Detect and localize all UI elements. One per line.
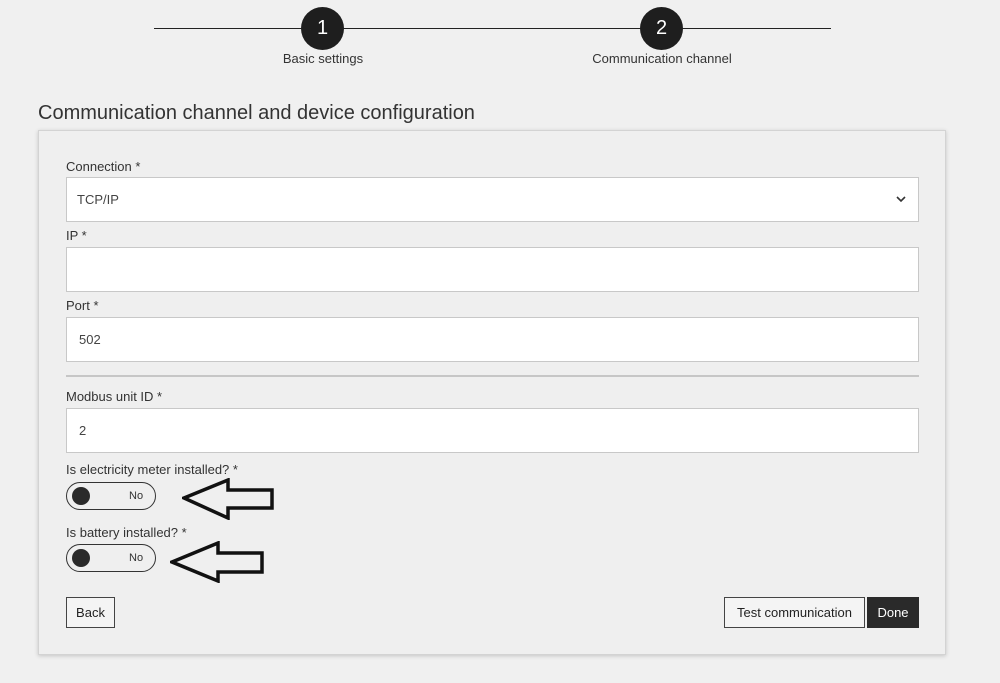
connection-label: Connection * — [66, 159, 141, 174]
step-2-label: Communication channel — [592, 51, 732, 66]
port-label: Port * — [66, 298, 99, 313]
ip-field-box — [66, 247, 919, 292]
stepper-line — [154, 28, 831, 29]
chevron-down-icon — [896, 196, 906, 203]
section-divider — [66, 375, 919, 377]
electricity-meter-toggle[interactable]: No — [66, 482, 156, 510]
left-arrow-icon — [170, 541, 264, 583]
port-field-box — [66, 317, 919, 362]
electricity-meter-toggle-state: No — [129, 490, 144, 502]
ip-label: IP * — [66, 228, 87, 243]
stepper: 1 Basic settings 2 Communication channel — [0, 0, 1000, 80]
step-1-label: Basic settings — [282, 51, 364, 66]
toggle-knob — [72, 487, 90, 505]
connection-select[interactable]: TCP/IP — [66, 177, 919, 222]
back-button[interactable]: Back — [66, 597, 115, 628]
port-field[interactable] — [77, 331, 908, 348]
modbus-unit-id-field[interactable] — [77, 422, 908, 439]
battery-toggle[interactable]: No — [66, 544, 156, 572]
battery-label: Is battery installed? * — [66, 525, 187, 540]
test-communication-button[interactable]: Test communication — [724, 597, 865, 628]
modbus-unit-id-field-box — [66, 408, 919, 453]
modbus-unit-id-label: Modbus unit ID * — [66, 389, 163, 404]
done-button[interactable]: Done — [867, 597, 919, 628]
ip-field[interactable] — [77, 261, 908, 278]
electricity-meter-label: Is electricity meter installed? * — [66, 462, 238, 477]
page-title: Communication channel and device configu… — [38, 102, 475, 124]
step-1-number: 1 — [316, 17, 329, 39]
battery-toggle-state: No — [129, 552, 144, 564]
step-1-circle: 1 — [301, 7, 344, 50]
step-2-number: 2 — [655, 17, 668, 39]
step-2-circle: 2 — [640, 7, 683, 50]
toggle-knob — [72, 549, 90, 567]
left-arrow-icon — [182, 478, 274, 520]
connection-select-value: TCP/IP — [77, 192, 119, 207]
